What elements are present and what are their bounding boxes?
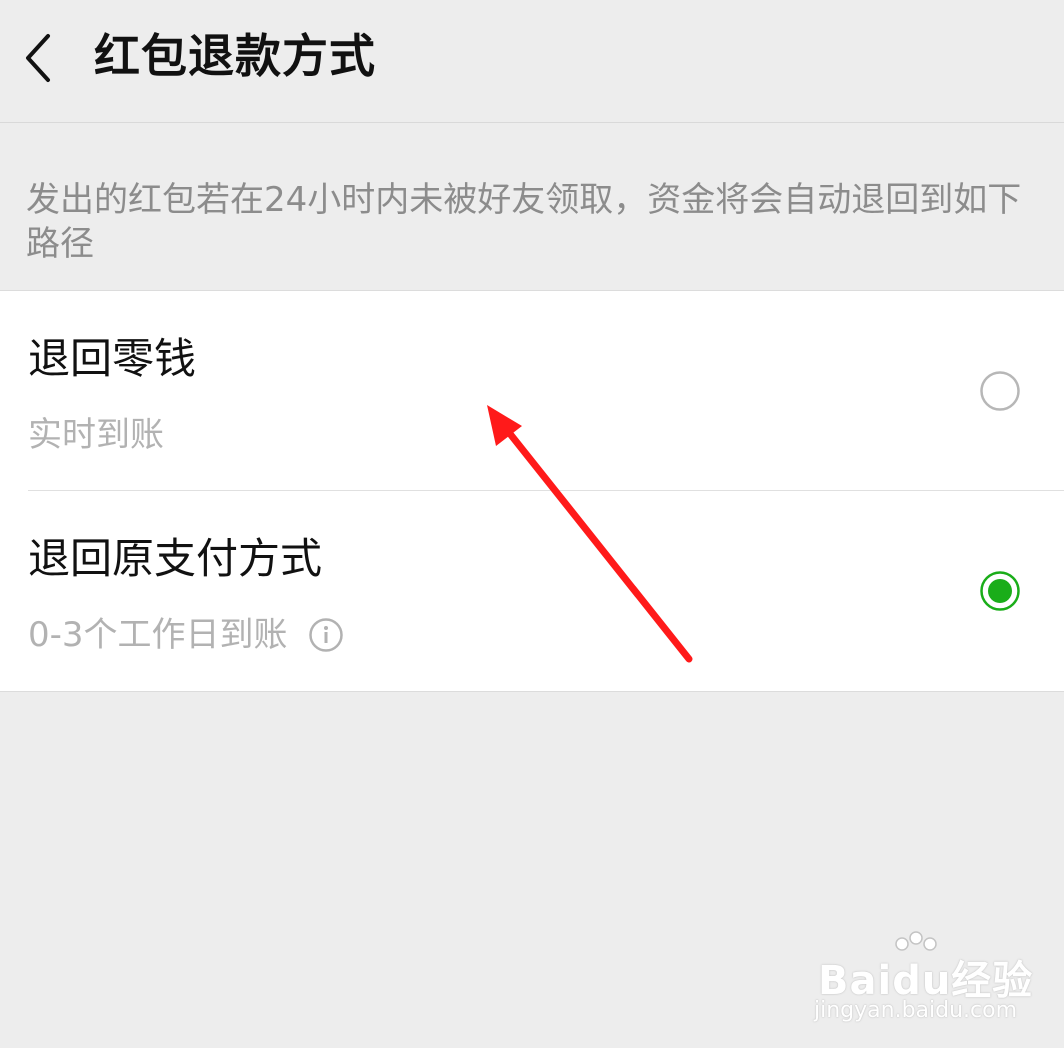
- option-return-to-original-payment[interactable]: 退回原支付方式 0-3个工作日到账: [0, 491, 1064, 691]
- refund-description: 发出的红包若在24小时内未被好友领取，资金将会自动退回到如下路径: [26, 180, 1022, 264]
- top-navigation-bar: 红包退款方式: [0, 0, 1064, 123]
- chevron-left-icon: [26, 34, 50, 82]
- option-subtitle: 实时到账: [28, 415, 164, 455]
- radio-unselected-icon[interactable]: [980, 371, 1020, 411]
- option-title: 退回零钱: [28, 334, 197, 383]
- option-subtitle-row: 0-3个工作日到账: [28, 615, 344, 655]
- watermark-url: jingyan.baidu.com: [814, 998, 1018, 1023]
- option-title: 退回原支付方式: [28, 534, 323, 583]
- refund-options-list: 退回零钱 实时到账 退回原支付方式 0-3个工作日到账: [0, 290, 1064, 692]
- page-title: 红包退款方式: [94, 29, 376, 83]
- baidu-jingyan-watermark: Baidu经验 jingyan.baidu.com: [812, 930, 1032, 1030]
- option-return-to-balance[interactable]: 退回零钱 实时到账: [0, 291, 1064, 491]
- radio-selected-icon[interactable]: [980, 571, 1020, 611]
- info-icon[interactable]: [308, 617, 344, 653]
- option-subtitle: 0-3个工作日到账: [28, 615, 288, 655]
- back-button[interactable]: [14, 22, 74, 92]
